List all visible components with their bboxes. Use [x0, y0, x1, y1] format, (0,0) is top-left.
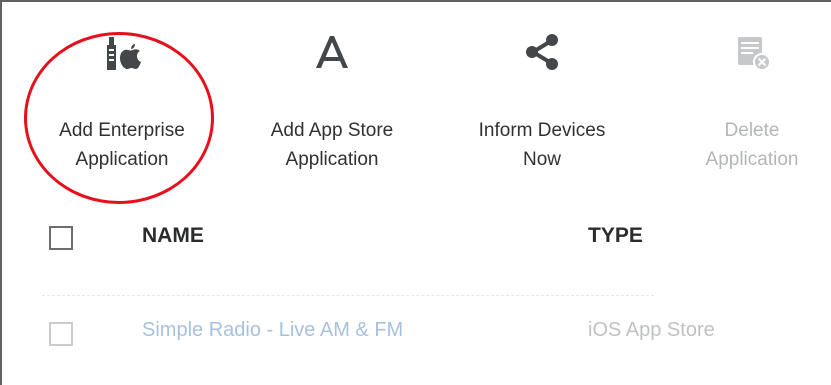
share-icon: [442, 30, 642, 74]
app-name-link[interactable]: Simple Radio - Live AM & FM: [142, 319, 403, 342]
delete-application-label: Delete Application: [705, 120, 799, 170]
add-enterprise-application-button[interactable]: Add Enterprise Application: [22, 30, 222, 174]
applications-panel: Add Enterprise Application Add App Store…: [0, 0, 831, 385]
inform-devices-now-button[interactable]: Inform Devices Now: [442, 30, 642, 174]
select-all-checkbox[interactable]: [49, 226, 73, 250]
add-enterprise-application-label: Add Enterprise Application: [59, 120, 185, 170]
name-column-header[interactable]: NAME: [142, 224, 204, 248]
row-checkbox[interactable]: [49, 322, 73, 346]
add-app-store-application-button[interactable]: Add App Store Application: [232, 30, 432, 174]
row-divider: [42, 295, 654, 296]
delete-app-icon: [652, 30, 831, 74]
enterprise-apple-icon: [22, 30, 222, 74]
app-type-cell: iOS App Store: [588, 319, 715, 341]
delete-application-button[interactable]: Delete Application: [652, 30, 831, 174]
app-store-icon: [232, 30, 432, 74]
inform-devices-now-label: Inform Devices Now: [478, 120, 606, 170]
add-app-store-application-label: Add App Store Application: [270, 120, 394, 170]
type-column-header[interactable]: TYPE: [588, 224, 643, 248]
